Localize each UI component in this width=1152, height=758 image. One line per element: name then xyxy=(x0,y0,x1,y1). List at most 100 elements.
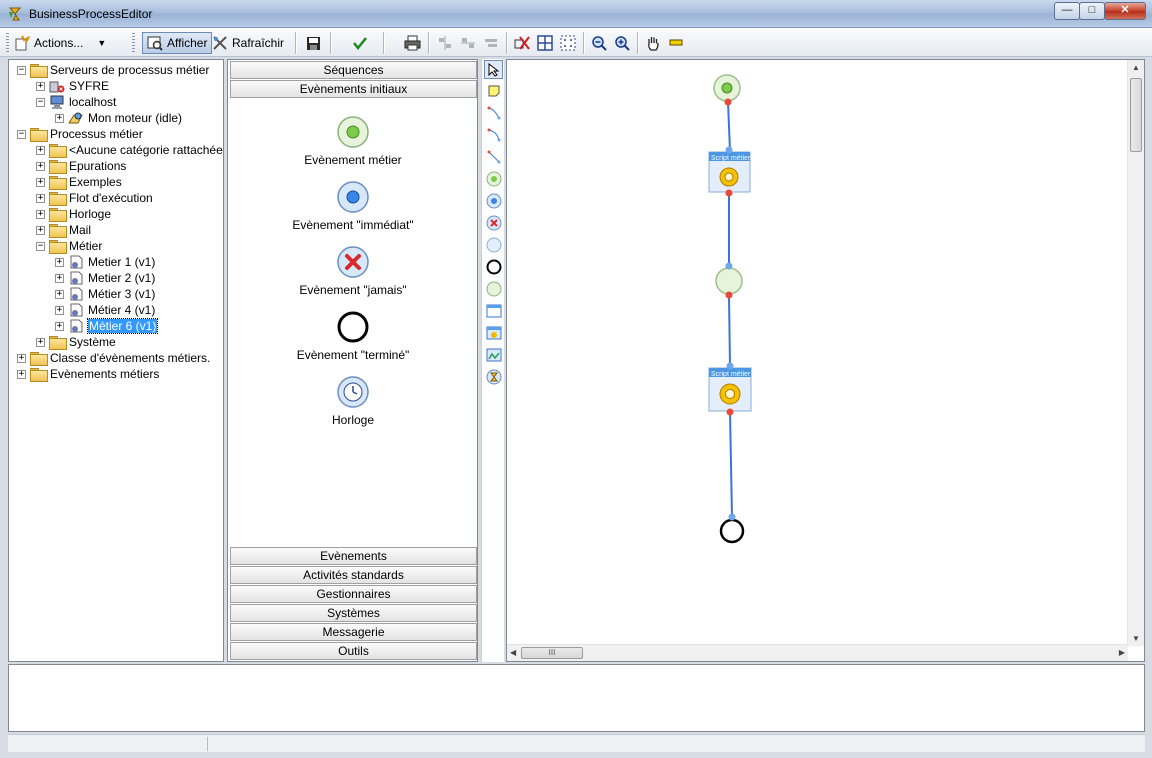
horizontal-scrollbar[interactable]: ◀ III ▶ xyxy=(507,644,1128,661)
palette-item-end-event[interactable]: Evènement "terminé" xyxy=(268,310,438,362)
expand-toggle[interactable]: + xyxy=(36,225,45,235)
palette-section-tools[interactable]: Outils xyxy=(230,642,477,660)
activity-tool[interactable] xyxy=(484,301,503,320)
expand-toggle[interactable]: + xyxy=(36,161,45,171)
link-tool[interactable] xyxy=(484,103,503,122)
palette-item-business-event[interactable]: Evènement métier xyxy=(268,115,438,167)
script-task[interactable]: Script métier xyxy=(708,146,751,197)
expand-toggle[interactable]: + xyxy=(55,289,64,299)
expand-toggle[interactable]: + xyxy=(55,113,64,123)
tree-node[interactable]: + Système xyxy=(36,334,116,350)
align-right-button[interactable] xyxy=(481,33,501,53)
intermediate-event[interactable] xyxy=(715,262,743,299)
expand-toggle[interactable]: + xyxy=(55,273,64,283)
palette-item-never-event[interactable]: Evènement "jamais" xyxy=(268,245,438,297)
tree-node-selected[interactable]: + Métier 6 (v1) xyxy=(55,318,159,334)
link-tool-3[interactable] xyxy=(484,147,503,166)
scroll-right-icon[interactable]: ▶ xyxy=(1119,648,1125,657)
palette-item-immediate-event[interactable]: Evènement "immédiat" xyxy=(268,180,438,232)
scroll-down-icon[interactable]: ▼ xyxy=(1132,634,1140,643)
tree-node[interactable]: + Mon moteur (idle) xyxy=(55,110,182,126)
palette-section-handlers[interactable]: Gestionnaires xyxy=(230,585,477,603)
afficher-button[interactable]: Afficher xyxy=(142,32,213,54)
palette-section-events[interactable]: Evènements xyxy=(230,547,477,565)
tree-node[interactable]: − Métier xyxy=(36,238,102,254)
tree-node[interactable]: + Evènements métiers xyxy=(17,366,159,382)
expand-toggle[interactable]: + xyxy=(55,321,64,331)
tree-node[interactable]: − localhost xyxy=(36,94,116,110)
sub-process-tool[interactable] xyxy=(484,345,503,364)
process-canvas[interactable]: Script métier Script métier ▲ ▼ ◀ III ▶ xyxy=(506,59,1145,662)
expand-toggle[interactable]: + xyxy=(36,145,45,155)
business-event-tool[interactable] xyxy=(484,169,503,188)
measure-button[interactable] xyxy=(666,33,686,53)
input-port[interactable] xyxy=(725,262,733,270)
scroll-left-icon[interactable]: ◀ xyxy=(510,648,516,657)
tree-node[interactable]: + Metier 2 (v1) xyxy=(55,270,155,286)
expand-toggle[interactable]: + xyxy=(55,305,64,315)
tree-node[interactable]: + Métier 3 (v1) xyxy=(55,286,155,302)
tree-node[interactable]: + Classe d'évènements métiers. xyxy=(17,350,210,366)
flow-line[interactable] xyxy=(729,411,733,518)
vertical-scrollbar[interactable]: ▲ ▼ xyxy=(1127,60,1144,646)
end-event-tool[interactable] xyxy=(484,257,503,276)
close-button[interactable]: ✕ xyxy=(1104,2,1146,20)
toolbar-grip-2[interactable] xyxy=(132,33,135,53)
align-left-button[interactable] xyxy=(435,33,455,53)
collapse-toggle[interactable]: − xyxy=(17,65,26,75)
tree-node[interactable]: + Exemples xyxy=(36,174,122,190)
horizontal-scroll-thumb[interactable]: III xyxy=(521,647,583,659)
output-port[interactable] xyxy=(726,408,734,416)
grid-button[interactable] xyxy=(535,33,555,53)
timer-tool[interactable] xyxy=(484,367,503,386)
end-event[interactable] xyxy=(719,513,745,544)
flow-line[interactable] xyxy=(728,295,731,368)
expand-toggle[interactable]: + xyxy=(36,209,45,219)
rafraichir-button[interactable]: Rafraîchir xyxy=(212,32,284,54)
save-button[interactable] xyxy=(303,33,323,53)
input-port[interactable] xyxy=(728,513,736,521)
delete-link-button[interactable] xyxy=(512,33,532,53)
expand-toggle[interactable]: + xyxy=(17,353,26,363)
actions-dropdown[interactable]: Actions... ▼ xyxy=(14,32,106,54)
script-task[interactable]: Script métier xyxy=(708,362,752,416)
palette-section-initial-events[interactable]: Evènements initiaux xyxy=(230,80,477,98)
maximize-button[interactable]: □ xyxy=(1079,2,1105,20)
tree-node[interactable]: + Métier 4 (v1) xyxy=(55,302,155,318)
never-event-tool[interactable] xyxy=(484,213,503,232)
expand-toggle[interactable]: + xyxy=(17,369,26,379)
pan-button[interactable] xyxy=(643,33,663,53)
pointer-tool[interactable] xyxy=(484,60,503,79)
toolbar-grip[interactable] xyxy=(6,33,9,53)
output-panel[interactable] xyxy=(8,664,1145,732)
input-port[interactable] xyxy=(726,362,734,370)
collapse-toggle[interactable]: − xyxy=(17,129,26,139)
zoom-in-button[interactable] xyxy=(612,33,632,53)
expand-toggle[interactable]: + xyxy=(36,337,45,347)
vertical-scroll-thumb[interactable] xyxy=(1130,78,1142,152)
validate-button[interactable] xyxy=(350,33,370,53)
intermediate-event-tool[interactable] xyxy=(484,235,503,254)
gateway-event-tool[interactable] xyxy=(484,279,503,298)
immediate-event-tool[interactable] xyxy=(484,191,503,210)
tree-node[interactable]: − Serveurs de processus métier xyxy=(17,62,209,78)
input-port[interactable] xyxy=(725,146,733,154)
tree-node[interactable]: + <Aucune catégorie rattachée> xyxy=(36,142,223,158)
tree-node[interactable]: + Epurations xyxy=(36,158,126,174)
process-tree[interactable]: − Serveurs de processus métier + SYFRE −… xyxy=(8,59,224,662)
expand-toggle[interactable]: + xyxy=(36,177,45,187)
script-activity-tool[interactable] xyxy=(484,323,503,342)
expand-toggle[interactable]: + xyxy=(36,81,45,91)
collapse-toggle[interactable]: − xyxy=(36,241,45,251)
process-diagram[interactable]: Script métier Script métier xyxy=(507,60,1128,646)
palette-section-messaging[interactable]: Messagerie xyxy=(230,623,477,641)
align-center-button[interactable] xyxy=(458,33,478,53)
tree-node[interactable]: + Mail xyxy=(36,222,91,238)
start-event[interactable] xyxy=(713,74,741,106)
tree-node[interactable]: + SYFRE xyxy=(36,78,109,94)
palette-item-clock[interactable]: Horloge xyxy=(268,375,438,427)
palette-section-systems[interactable]: Systèmes xyxy=(230,604,477,622)
minimize-button[interactable]: — xyxy=(1054,2,1080,20)
output-port[interactable] xyxy=(725,291,733,299)
expand-toggle[interactable]: + xyxy=(36,193,45,203)
